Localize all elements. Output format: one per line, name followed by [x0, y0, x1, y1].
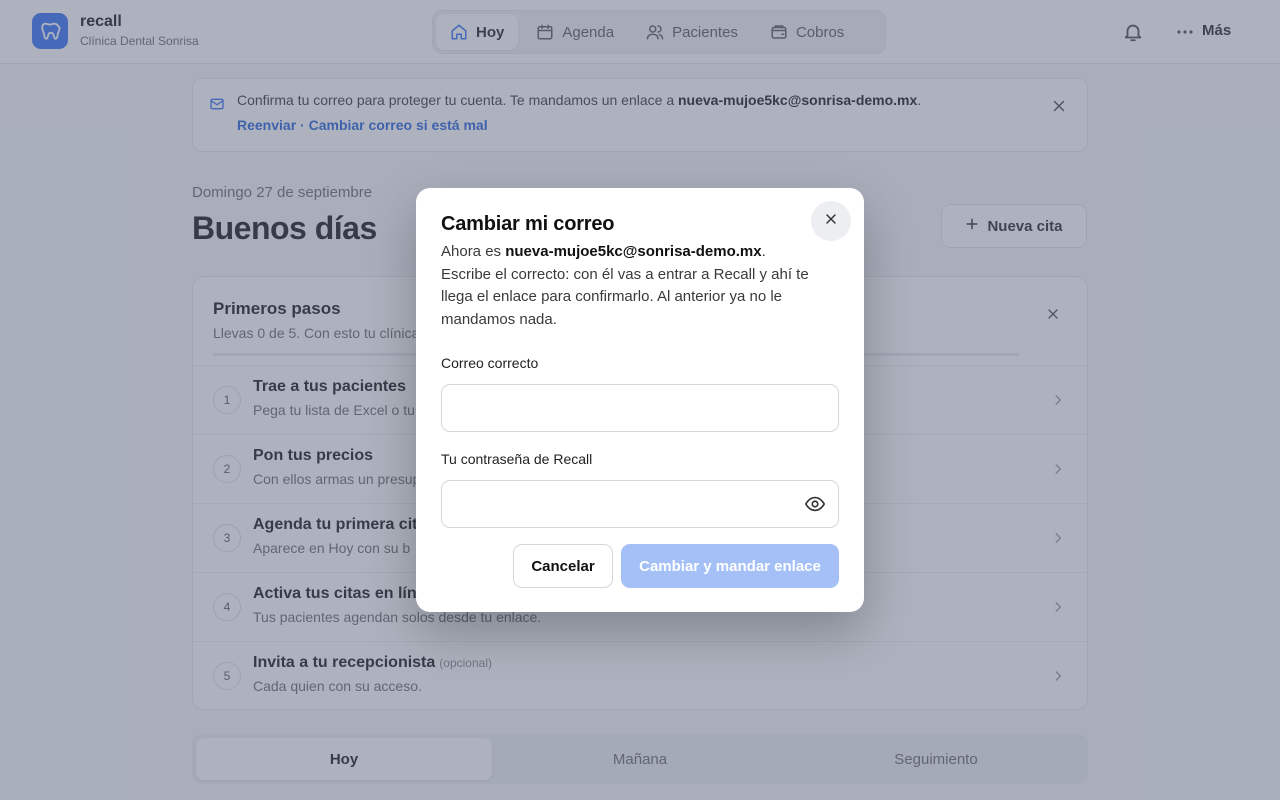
- password-field[interactable]: [441, 480, 839, 528]
- close-button[interactable]: [811, 201, 851, 241]
- email-label: Correo correcto: [441, 355, 539, 371]
- password-label: Tu contraseña de Recall: [441, 451, 593, 467]
- email-field[interactable]: [441, 384, 839, 432]
- change-email-dialog: Cambiar mi correo Ahora es nueva-mujoe5k…: [416, 188, 864, 612]
- close-icon: [823, 211, 839, 232]
- submit-change-email-button[interactable]: Cambiar y mandar enlace: [621, 544, 839, 588]
- current-email: nueva-mujoe5kc@sonrisa-demo.mx: [505, 243, 762, 260]
- dialog-title: Cambiar mi correo: [441, 213, 615, 235]
- dialog-description: Ahora es nueva-mujoe5kc@sonrisa-demo.mx.…: [441, 243, 809, 329]
- eye-icon[interactable]: [804, 493, 826, 515]
- cancel-button[interactable]: Cancelar: [513, 544, 613, 588]
